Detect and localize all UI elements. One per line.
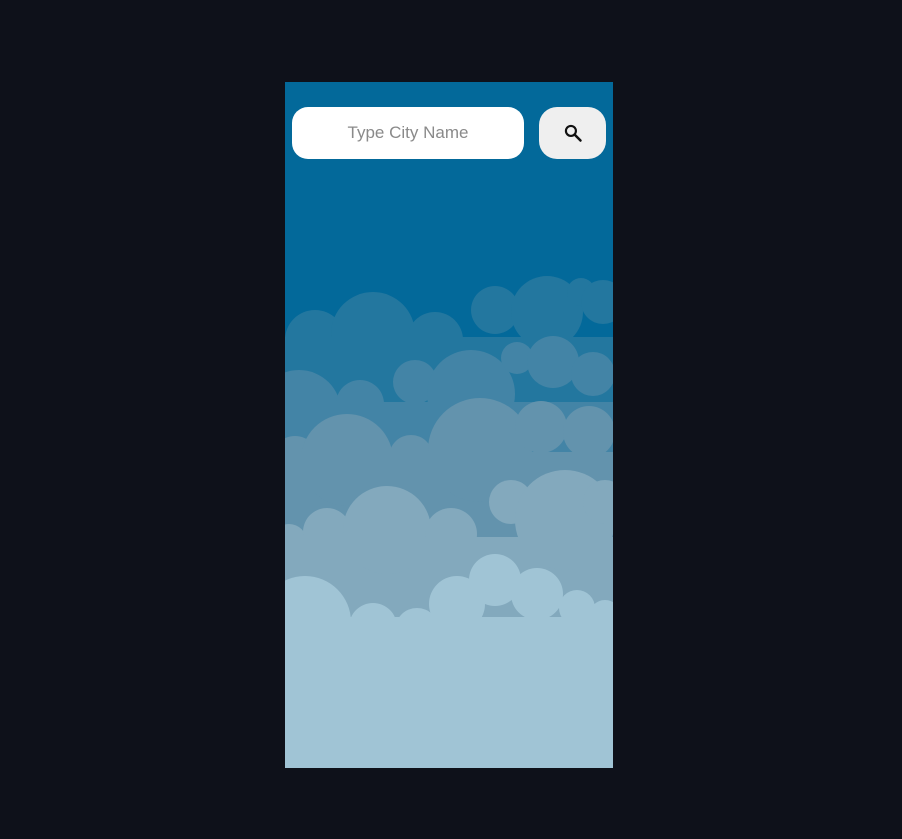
search-bar [292,107,606,159]
cloud-background [285,276,613,768]
search-icon [563,123,583,143]
city-search-input[interactable] [292,107,524,159]
search-button[interactable] [539,107,606,159]
weather-app-panel [285,82,613,768]
